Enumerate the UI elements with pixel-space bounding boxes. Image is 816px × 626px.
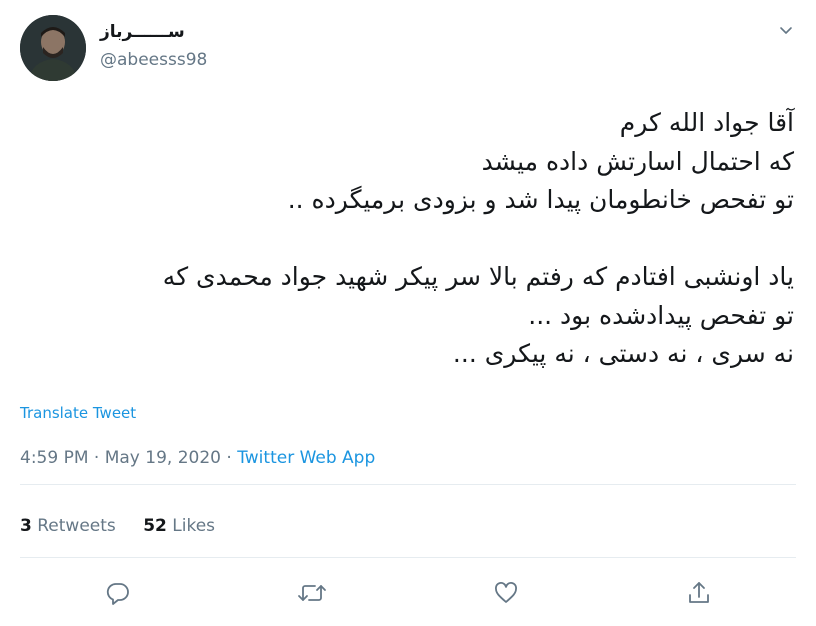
likes-count: 52 — [143, 516, 167, 536]
meta-separator: · — [226, 448, 232, 468]
username[interactable]: @abeesss98 — [100, 50, 207, 70]
meta-separator: · — [93, 448, 100, 468]
tweet-line: یاد اونشبی افتادم که رفتم بالا سر پیکر ش… — [162, 262, 794, 291]
divider — [20, 484, 796, 485]
tweet-line: تو تفحص پیدادشده بود ... — [528, 300, 794, 330]
reply-icon[interactable] — [103, 578, 133, 608]
tweet-line: نه سری ، نه دستی ، نه پیکری ... — [452, 339, 794, 368]
avatar[interactable] — [20, 15, 86, 81]
avatar-image — [20, 15, 86, 81]
translate-tweet-link[interactable]: Translate Tweet — [20, 404, 136, 422]
action-bar — [0, 578, 816, 608]
retweets-stat[interactable]: 3 Retweets — [20, 516, 116, 536]
divider — [20, 557, 796, 558]
display-name[interactable]: ســــــرباز — [100, 22, 185, 42]
tweet-line: تو تفحص خانطومان پیدا شد و بزودی برمیگرد… — [287, 185, 794, 214]
heart-icon[interactable] — [491, 578, 521, 608]
tweet-source-link[interactable]: Twitter Web App — [237, 448, 375, 468]
tweet-line: آقا جواد الله کرم — [619, 108, 794, 137]
retweet-icon[interactable] — [297, 578, 327, 608]
tweet-line: که احتمال اسارتش داده میشد — [481, 146, 794, 176]
tweet-stats: 3 Retweets 52 Likes — [20, 516, 237, 536]
likes-stat[interactable]: 52 Likes — [143, 516, 215, 536]
tweet-text: آقا جواد الله کرم که احتمال اسارتش داده … — [14, 104, 794, 374]
chevron-down-icon[interactable] — [778, 22, 794, 38]
tweet-date[interactable]: May 19, 2020 — [105, 448, 221, 468]
share-icon[interactable] — [684, 578, 714, 608]
retweets-count: 3 — [20, 516, 32, 536]
likes-label: Likes — [172, 516, 216, 536]
tweet-time[interactable]: 4:59 PM — [20, 448, 89, 468]
tweet-meta: 4:59 PM · May 19, 2020 · Twitter Web App — [20, 448, 375, 468]
retweets-label: Retweets — [37, 516, 116, 536]
